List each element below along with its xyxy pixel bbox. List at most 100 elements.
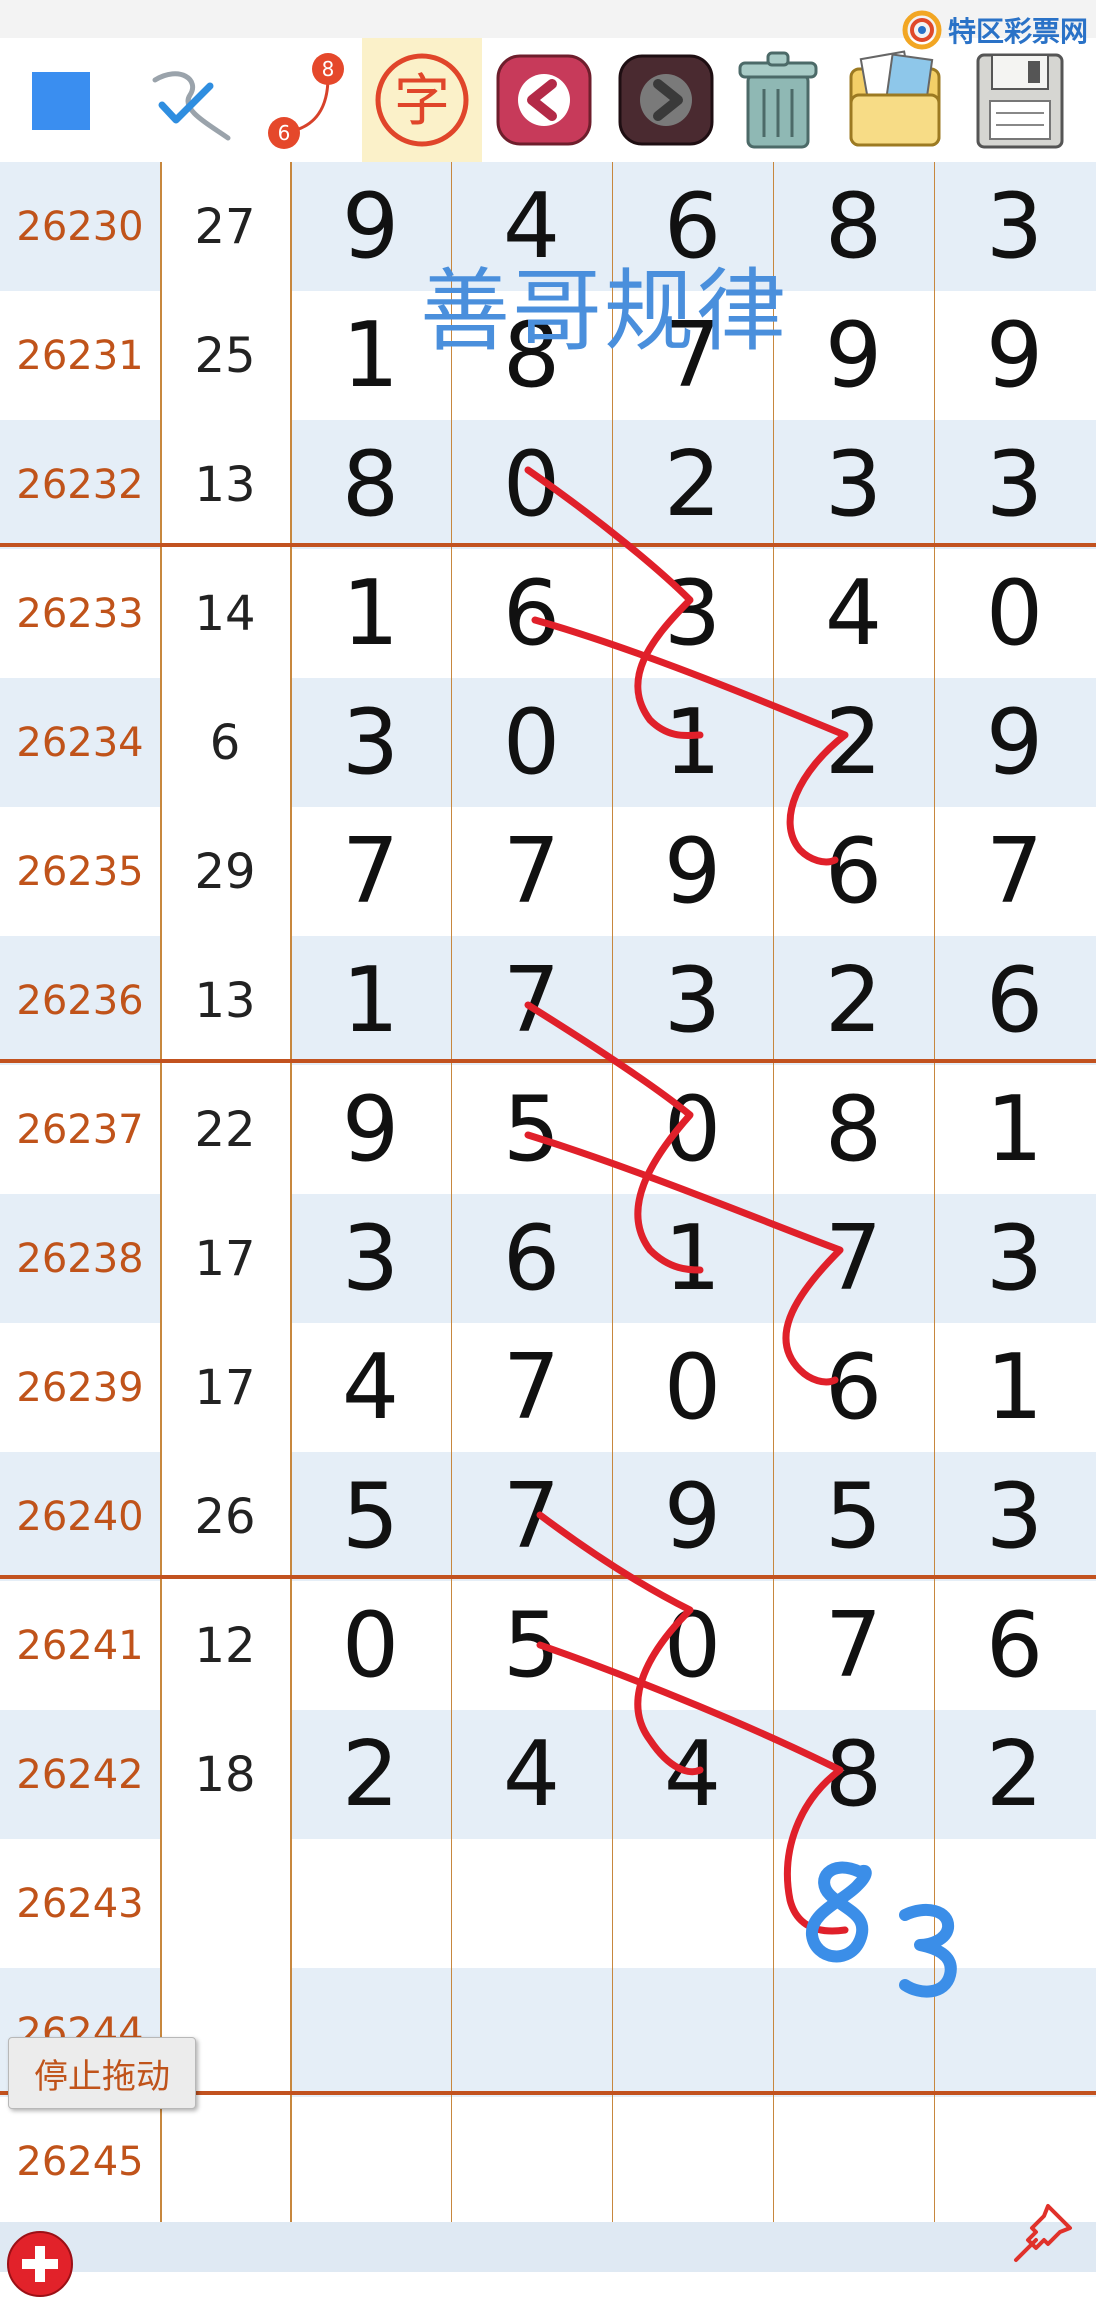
issue-number: 26232: [16, 461, 144, 508]
table-row: 26245: [0, 2097, 1096, 2227]
table-row: 26243: [0, 1839, 1096, 1969]
digit-cell[interactable]: 1: [934, 1065, 1095, 1194]
digit-cell[interactable]: 3: [934, 162, 1095, 291]
digit-cell[interactable]: [773, 2097, 934, 2226]
digit-cell[interactable]: 6: [773, 807, 934, 936]
digit-cell[interactable]: 2: [612, 420, 773, 549]
digit-cell[interactable]: 1: [934, 1323, 1095, 1452]
digit-cell[interactable]: [451, 2097, 612, 2226]
digit-cell[interactable]: 0: [934, 549, 1095, 678]
digit-cell[interactable]: 6: [451, 1194, 612, 1323]
pin-icon[interactable]: [1008, 2196, 1080, 2268]
digit-cell[interactable]: 1: [290, 549, 451, 678]
digit-cell[interactable]: 4: [773, 549, 934, 678]
digit-cell[interactable]: [290, 1839, 451, 1968]
sum-value: [160, 2097, 290, 2226]
digit-cell[interactable]: [290, 1968, 451, 2097]
brand-text: 特区彩票网: [947, 15, 1088, 48]
digit-cell[interactable]: 5: [290, 1452, 451, 1581]
brand-swirl-icon: [902, 10, 942, 50]
clear-button[interactable]: [726, 38, 830, 162]
add-row-icon[interactable]: [2, 2226, 78, 2302]
digit-cell[interactable]: 9: [773, 291, 934, 420]
digit-cell[interactable]: 4: [612, 1710, 773, 1839]
digit-cell[interactable]: 4: [451, 1710, 612, 1839]
digit-cell[interactable]: 0: [451, 420, 612, 549]
digit-cell[interactable]: 1: [290, 936, 451, 1065]
digit-cell[interactable]: 6: [934, 936, 1095, 1065]
digit-cell[interactable]: 7: [290, 807, 451, 936]
digit-cell[interactable]: 2: [773, 936, 934, 1065]
digit-cell[interactable]: 7: [773, 1194, 934, 1323]
digit-cell[interactable]: 0: [290, 1581, 451, 1710]
grid-divider: [290, 162, 292, 2232]
digit-cell[interactable]: [612, 1839, 773, 1968]
issue-number: 26236: [16, 977, 144, 1024]
digit-cell[interactable]: [934, 1839, 1095, 1968]
issue-number: 26237: [16, 1106, 144, 1153]
digit-cell[interactable]: 4: [290, 1323, 451, 1452]
digit-cell[interactable]: 5: [773, 1452, 934, 1581]
save-button[interactable]: [968, 38, 1072, 162]
digit-cell[interactable]: 9: [934, 678, 1095, 807]
digit-cell[interactable]: 3: [290, 1194, 451, 1323]
digit-cell[interactable]: [773, 1839, 934, 1968]
digit-cell[interactable]: 8: [290, 420, 451, 549]
digit-cell[interactable]: [612, 2097, 773, 2226]
digit-cell[interactable]: 0: [612, 1065, 773, 1194]
digit-cell[interactable]: 3: [773, 420, 934, 549]
digit-cell[interactable]: 0: [451, 678, 612, 807]
digit-cell[interactable]: 7: [451, 1323, 612, 1452]
text-tool-button[interactable]: 字: [362, 38, 482, 162]
digit-cell[interactable]: 0: [612, 1581, 773, 1710]
digit-cell[interactable]: [290, 2097, 451, 2226]
digit-cell[interactable]: 6: [934, 1581, 1095, 1710]
digit-cell[interactable]: 2: [773, 678, 934, 807]
digit-cell[interactable]: 9: [290, 1065, 451, 1194]
digit-cell[interactable]: 5: [451, 1065, 612, 1194]
digit-cell[interactable]: 6: [451, 549, 612, 678]
digit-cell[interactable]: 2: [934, 1710, 1095, 1839]
redo-button[interactable]: [612, 38, 720, 162]
digit-cell[interactable]: 7: [451, 807, 612, 936]
digit-cell[interactable]: 7: [934, 807, 1095, 936]
save-disk-icon: [976, 53, 1064, 149]
digit-cell[interactable]: 7: [451, 1452, 612, 1581]
issue-number: 26233: [16, 590, 144, 637]
digit-cell[interactable]: 3: [934, 420, 1095, 549]
digit-cell[interactable]: 3: [290, 678, 451, 807]
color-picker-button[interactable]: [18, 38, 102, 162]
digit-cell[interactable]: [612, 1968, 773, 2097]
digit-cell[interactable]: 3: [612, 549, 773, 678]
sum-value: 14: [160, 549, 290, 678]
digit-cell[interactable]: 3: [934, 1194, 1095, 1323]
toolbar: 8 6 字: [0, 38, 1096, 164]
digit-cell[interactable]: [451, 1839, 612, 1968]
undo-button[interactable]: [490, 38, 598, 162]
digit-cell[interactable]: 7: [773, 1581, 934, 1710]
pen-check-icon: [152, 71, 231, 141]
digit-cell[interactable]: 8: [773, 1710, 934, 1839]
pen-tool-button[interactable]: [140, 38, 240, 162]
forward-arrow-icon: [618, 54, 714, 146]
digit-cell[interactable]: 3: [612, 936, 773, 1065]
digit-cell[interactable]: [451, 1968, 612, 2097]
digit-cell[interactable]: 9: [612, 1452, 773, 1581]
digit-cell[interactable]: 9: [612, 807, 773, 936]
digit-cell[interactable]: 9: [934, 291, 1095, 420]
digit-cell[interactable]: 6: [773, 1323, 934, 1452]
digit-cell[interactable]: 2: [290, 1710, 451, 1839]
digit-cell[interactable]: [934, 1968, 1095, 2097]
digit-cell[interactable]: 1: [612, 678, 773, 807]
digit-cell[interactable]: 5: [451, 1581, 612, 1710]
digit-cell[interactable]: 8: [773, 162, 934, 291]
digit-cell[interactable]: 1: [612, 1194, 773, 1323]
open-image-button[interactable]: [840, 38, 950, 162]
connect-numbers-button[interactable]: 8 6: [258, 38, 354, 162]
digit-cell[interactable]: [773, 1968, 934, 2097]
digit-cell[interactable]: 8: [773, 1065, 934, 1194]
digit-cell[interactable]: 3: [934, 1452, 1095, 1581]
digit-cell[interactable]: 7: [451, 936, 612, 1065]
digit-cell[interactable]: 0: [612, 1323, 773, 1452]
stop-drag-button[interactable]: 停止拖动: [8, 2037, 196, 2109]
